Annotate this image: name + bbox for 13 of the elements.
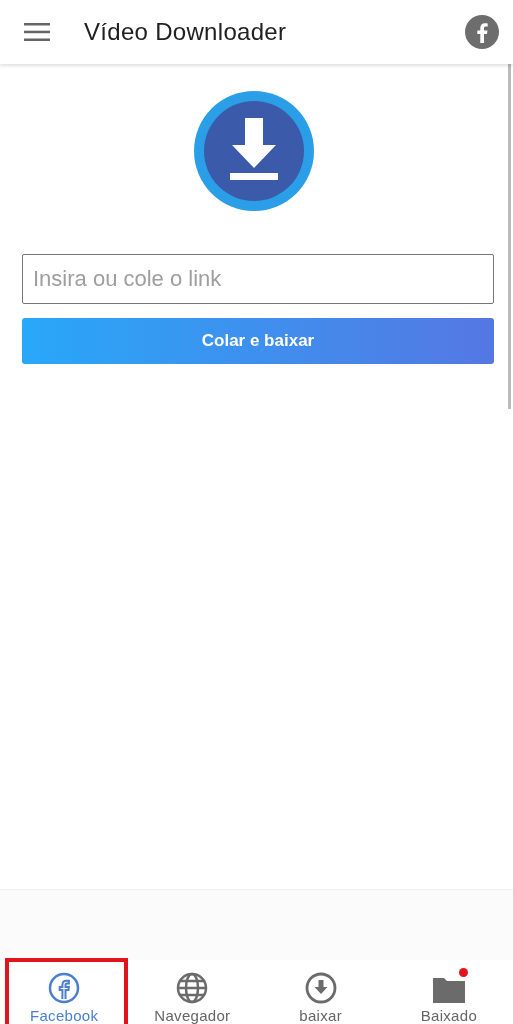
download-icon: [304, 972, 337, 1004]
nav-tab[interactable]: Navegador: [128, 960, 257, 1024]
facebook-icon[interactable]: [465, 15, 499, 49]
download-icon: [193, 90, 315, 212]
nav-tab[interactable]: baixar: [256, 960, 385, 1024]
app-title: Vídeo Downloader: [84, 18, 288, 46]
nav-tab[interactable]: Baixado: [384, 960, 513, 1024]
paste-download-button[interactable]: Colar e baixar: [22, 318, 494, 364]
facebook-icon: [48, 972, 81, 1004]
link-input-field[interactable]: Insira ou cole o link: [22, 254, 494, 304]
globe-icon: [176, 972, 209, 1004]
nav-tab[interactable]: Facebook: [0, 960, 129, 1024]
menu-icon[interactable]: [24, 23, 50, 41]
